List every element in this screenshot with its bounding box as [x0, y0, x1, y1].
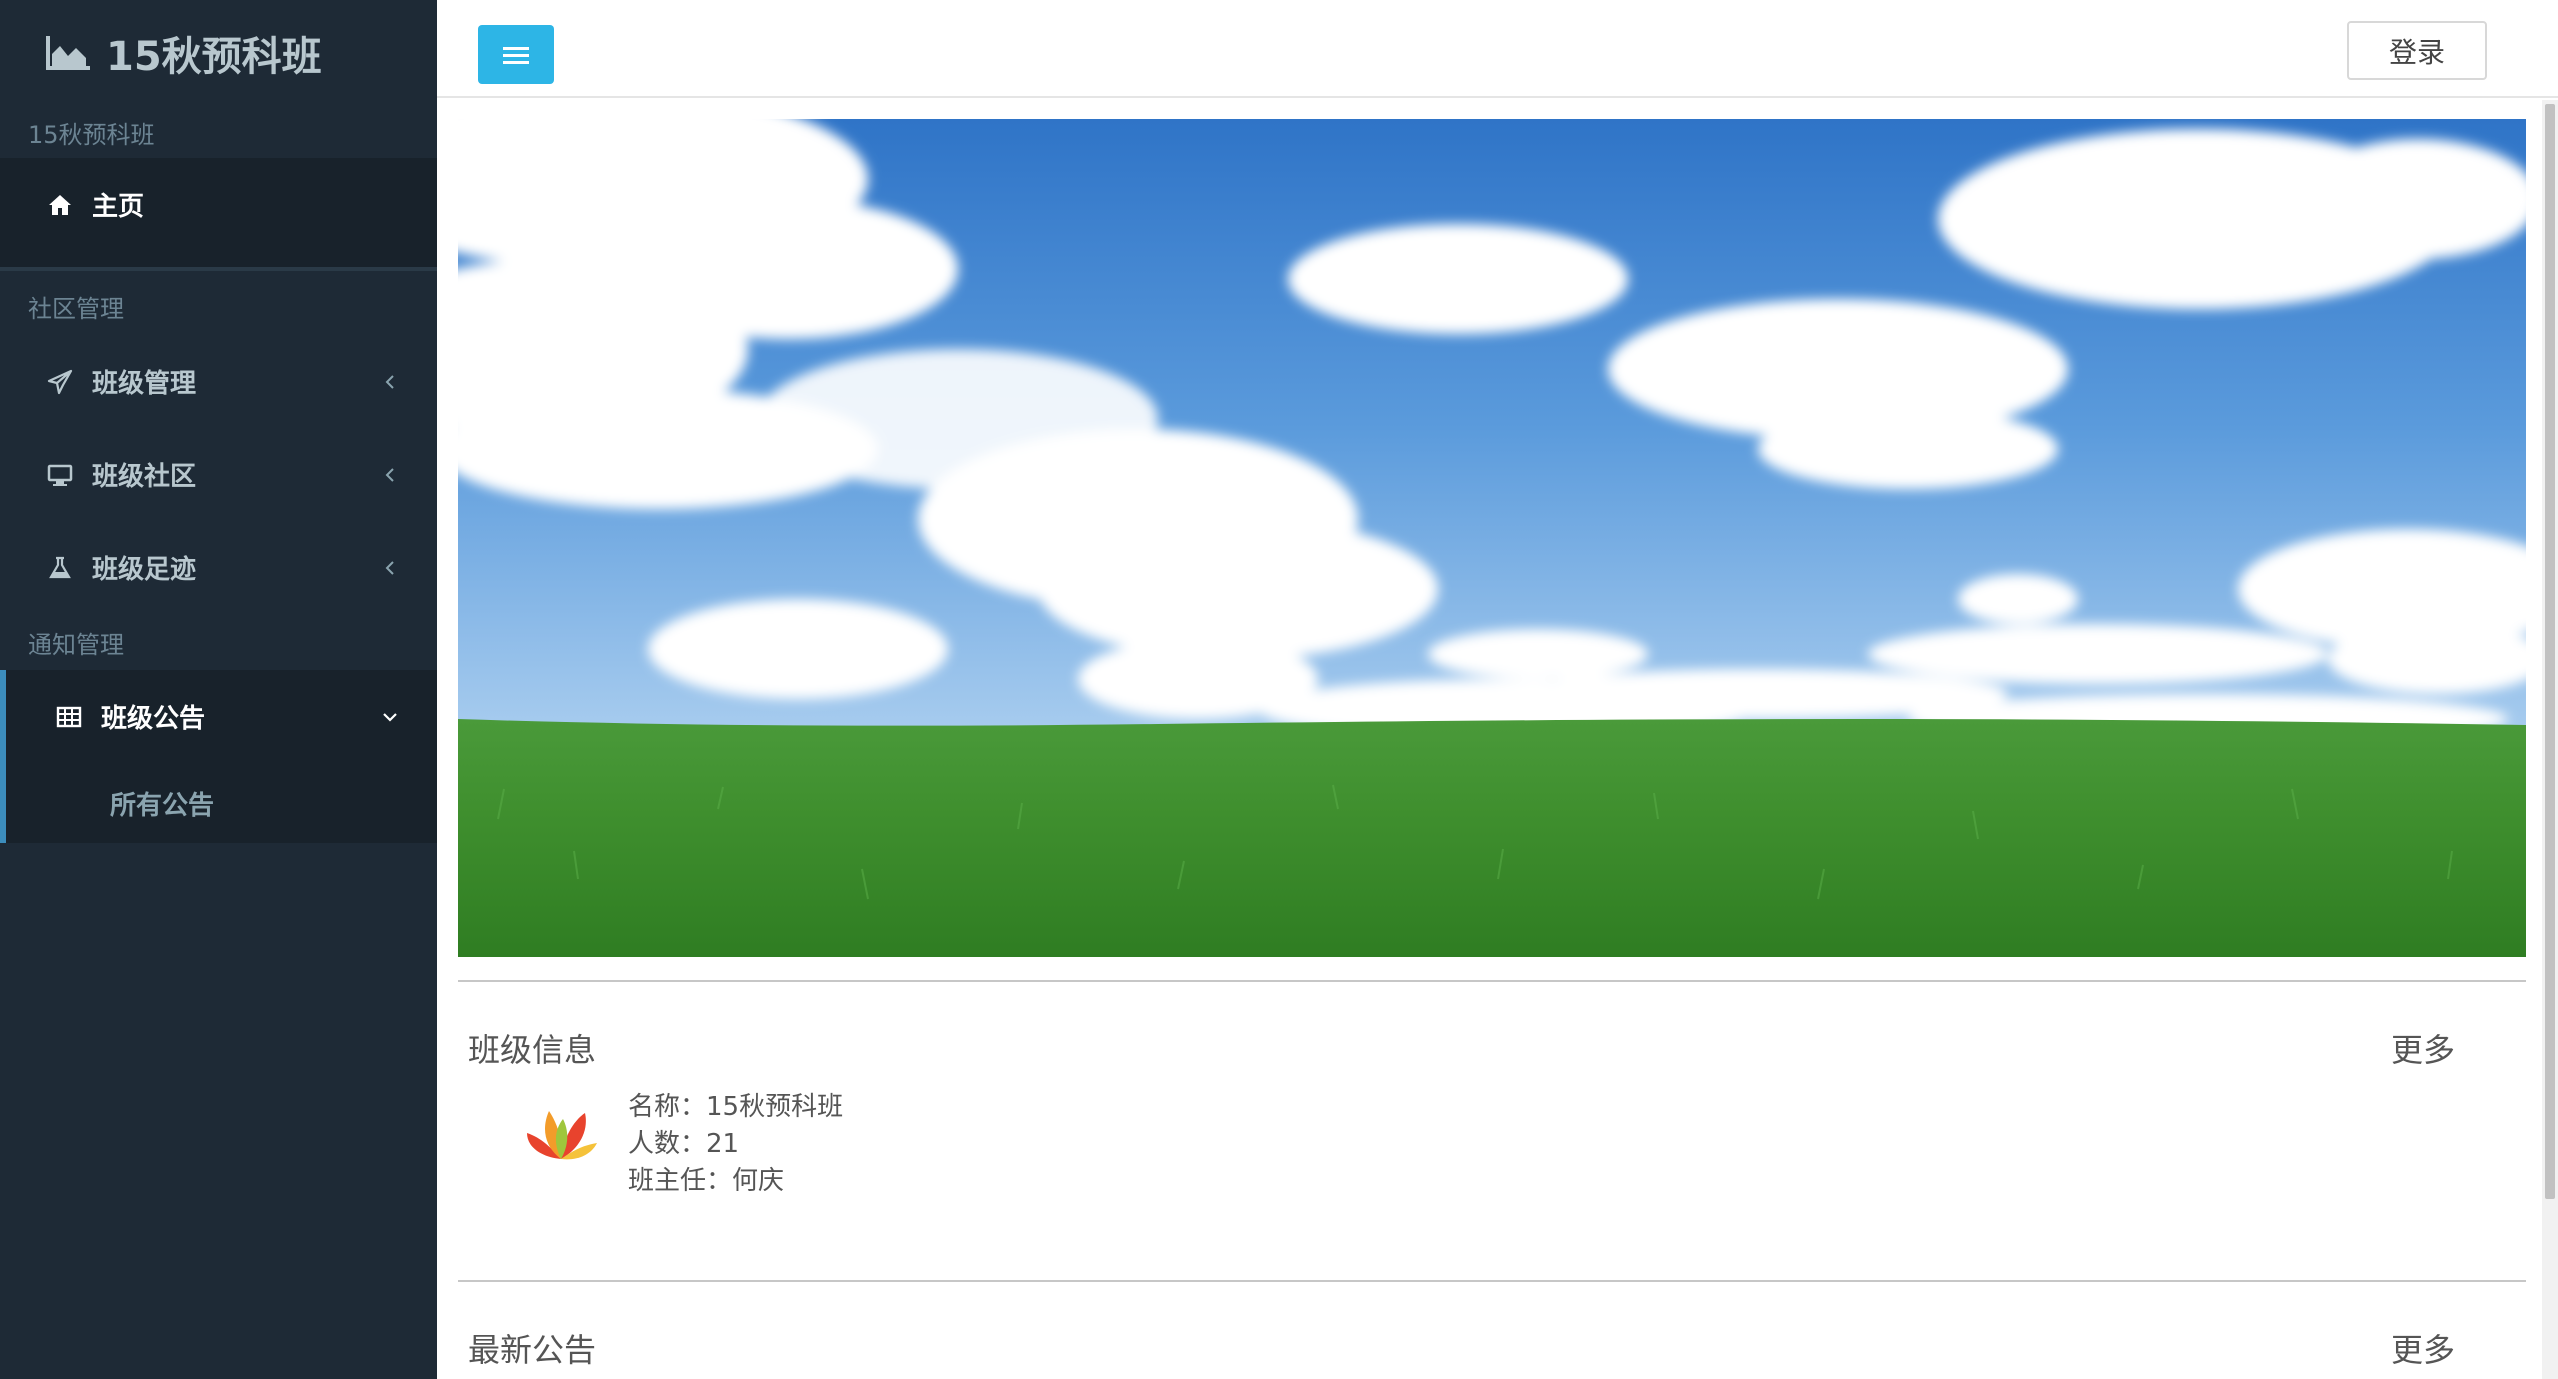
- scrollbar-thumb[interactable]: [2545, 104, 2555, 1199]
- area-chart-icon: [46, 36, 90, 70]
- class-teacher-line: 班主任：何庆: [628, 1166, 785, 1196]
- latest-notice-title: 最新公告: [468, 1331, 597, 1369]
- bars-icon: [503, 46, 529, 64]
- class-name-line: 名称：15秋预科班: [628, 1092, 844, 1122]
- sidebar-item-label: 班级管理: [92, 369, 197, 399]
- hero-banner-image: [458, 119, 2526, 957]
- paper-plane-icon: [46, 368, 74, 396]
- brand[interactable]: 15秋预科班: [0, 0, 437, 106]
- sidebar-item-label: 班级公告: [101, 704, 206, 734]
- section-header-notice: 通知管理: [28, 630, 124, 659]
- sidebar-toggle-button[interactable]: [478, 25, 554, 84]
- sidebar-item-label: 班级社区: [92, 462, 197, 492]
- chevron-left-icon: [385, 560, 394, 575]
- table-icon: [55, 703, 83, 731]
- chevron-down-icon: [383, 712, 397, 722]
- login-button[interactable]: 登录: [2347, 21, 2487, 80]
- brand-title: 15秋预科班: [106, 34, 322, 80]
- chevron-left-icon: [385, 374, 394, 389]
- page-scrollbar[interactable]: [2542, 100, 2558, 1379]
- section-header-class: 15秋预科班: [28, 120, 155, 149]
- sidebar: 15秋预科班 15秋预科班 主页 社区管理 班级管理 班级社区 班级足迹 通知管…: [0, 0, 437, 1379]
- topbar: 登录: [437, 0, 2558, 98]
- class-info-details: 名称：15秋预科班 人数：21 班主任：何庆: [628, 1089, 843, 1200]
- flask-icon: [46, 554, 74, 582]
- divider-line: [458, 980, 2526, 982]
- class-count-line: 人数：21: [628, 1129, 740, 1159]
- sidebar-item-class-manage[interactable]: 班级管理: [0, 335, 437, 428]
- sidebar-divider: [0, 251, 437, 271]
- class-logo-icon: [527, 1111, 597, 1160]
- sidebar-item-class-footprint[interactable]: 班级足迹: [0, 521, 437, 614]
- main-content: 班级信息 更多 名称：15秋预科班 人数：21 班主任：何庆 最新公告 更多: [437, 100, 2542, 1379]
- sidebar-group-notice: 班级公告 所有公告: [0, 670, 437, 843]
- sidebar-item-home[interactable]: 主页: [0, 158, 437, 251]
- divider-line: [458, 1280, 2526, 1282]
- sidebar-item-label: 主页: [92, 192, 145, 222]
- sidebar-item-label: 班级足迹: [92, 555, 197, 585]
- home-icon: [46, 191, 74, 219]
- class-info-more-link[interactable]: 更多: [2391, 1025, 2455, 1071]
- class-info-title: 班级信息: [468, 1031, 597, 1069]
- section-header-community: 社区管理: [28, 294, 124, 323]
- sidebar-item-class-notice[interactable]: 班级公告: [6, 670, 437, 763]
- sidebar-subitem-all-notices[interactable]: 所有公告: [6, 763, 437, 843]
- sidebar-item-class-community[interactable]: 班级社区: [0, 428, 437, 521]
- desktop-icon: [46, 461, 74, 489]
- chevron-left-icon: [385, 467, 394, 482]
- latest-notice-more-link[interactable]: 更多: [2391, 1325, 2455, 1371]
